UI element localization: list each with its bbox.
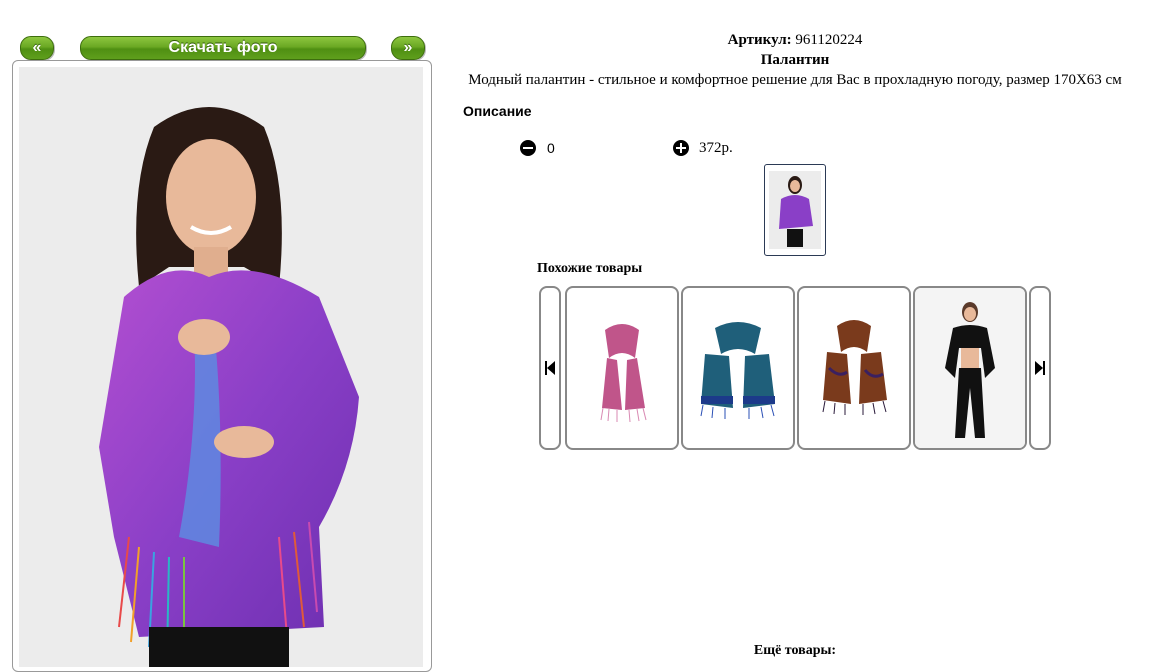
price-value: 372р. bbox=[699, 140, 733, 156]
teal-scarf-image bbox=[700, 322, 775, 419]
plus-icon[interactable] bbox=[673, 140, 689, 156]
more-products-heading: Ещё товары: bbox=[753, 643, 837, 658]
product-description: Модный палантин - стильное и комфортное … bbox=[468, 72, 1122, 88]
main-photo-frame bbox=[12, 60, 432, 672]
photo-thumbnail[interactable] bbox=[764, 164, 826, 256]
related-next-button[interactable] bbox=[1029, 286, 1051, 450]
model-wearing-scarf-image bbox=[19, 67, 423, 667]
download-photo-button[interactable]: Скачать фото bbox=[80, 36, 366, 60]
article-value: 961120224 bbox=[795, 32, 863, 48]
related-heading: Похожие товары bbox=[537, 261, 643, 276]
skip-back-icon bbox=[545, 361, 555, 375]
brown-scarf-image bbox=[822, 320, 887, 415]
next-photo-button[interactable]: » bbox=[391, 36, 425, 60]
related-prev-button[interactable] bbox=[539, 286, 561, 450]
minus-icon[interactable] bbox=[520, 140, 536, 156]
related-item[interactable] bbox=[565, 286, 679, 450]
quantity-value: 0 bbox=[547, 140, 555, 156]
article-label: Артикул: bbox=[727, 32, 792, 48]
article-line: Артикул: 961120224 bbox=[440, 32, 1150, 49]
thumbnail-image bbox=[769, 171, 821, 249]
related-item[interactable] bbox=[797, 286, 911, 450]
main-photo[interactable] bbox=[19, 67, 423, 667]
prev-photo-button[interactable]: « bbox=[20, 36, 54, 60]
related-item[interactable] bbox=[913, 286, 1027, 450]
description-tab[interactable]: Описание bbox=[463, 103, 532, 119]
product-name: Палантин bbox=[760, 52, 830, 68]
model-black-outfit-image bbox=[915, 288, 1025, 448]
pink-scarf-image bbox=[600, 324, 647, 423]
related-item[interactable] bbox=[681, 286, 795, 450]
skip-forward-icon bbox=[1035, 361, 1045, 375]
